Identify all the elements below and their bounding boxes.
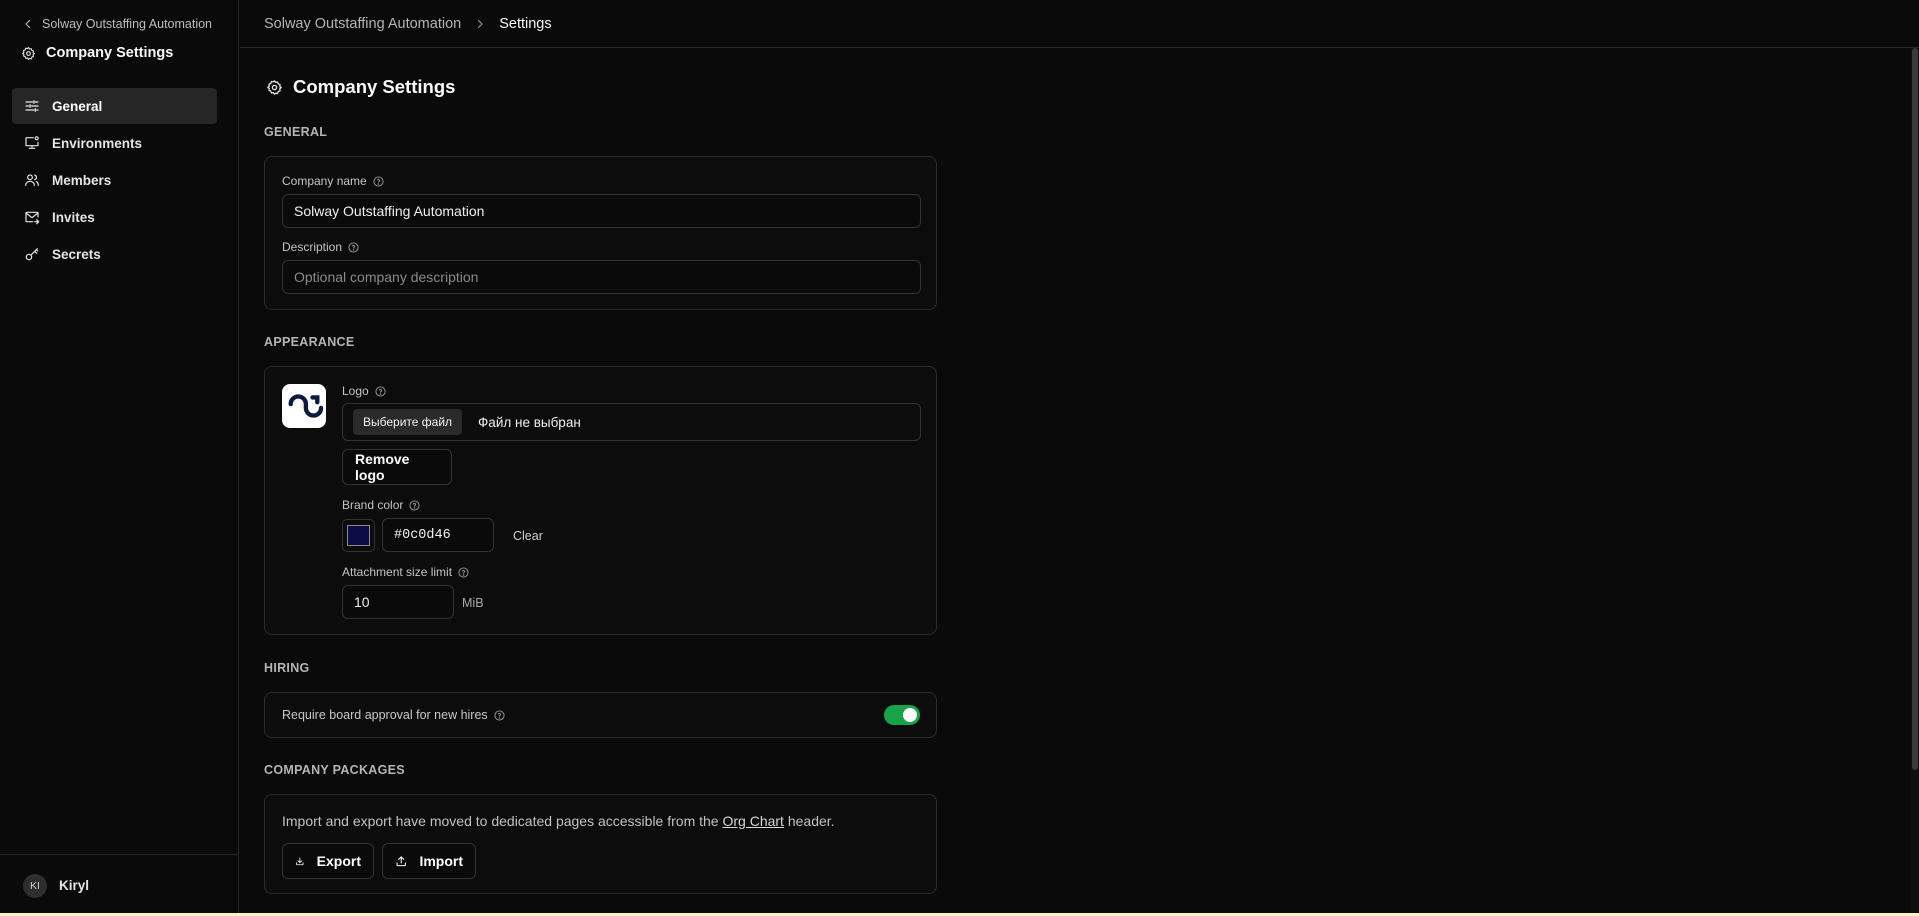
logo-label-text: Logo [342, 384, 369, 398]
brand-color-picker[interactable] [342, 519, 375, 552]
user-name: Kiryl [59, 878, 90, 893]
gear-icon [267, 79, 282, 95]
page-title: Company Settings [266, 76, 455, 98]
chevron-right-icon [474, 18, 486, 30]
download-icon [296, 856, 304, 865]
attachment-size-input[interactable] [342, 585, 454, 619]
company-name-label: Company name [282, 174, 384, 188]
sidebar-item-label: Environments [52, 135, 143, 151]
sidebar-title: Company Settings [21, 45, 173, 61]
logo-file-input[interactable]: Выберите файл Файл не выбран [342, 403, 921, 441]
key-icon [25, 248, 39, 261]
packages-card: Import and export have moved to dedicate… [264, 794, 937, 894]
breadcrumb: Solway Outstaffing Automation Settings [240, 0, 1919, 48]
sidebar-item-environments[interactable]: Environments [12, 125, 217, 161]
back-link[interactable]: Solway Outstaffing Automation [22, 17, 212, 31]
breadcrumb-current: Settings [499, 15, 552, 32]
scrollbar-thumb[interactable] [1912, 48, 1918, 770]
sidebar-item-general[interactable]: General [12, 88, 217, 124]
section-label-general: GENERAL [264, 125, 328, 139]
import-button[interactable]: Import [382, 843, 476, 879]
description-label: Description [282, 240, 359, 254]
sliders-icon [25, 100, 39, 112]
help-icon[interactable] [375, 385, 386, 397]
packages-text-after: header. [783, 813, 835, 829]
avatar: KI [23, 873, 47, 898]
import-label: Import [419, 853, 463, 869]
attachment-size-unit: MiB [462, 596, 484, 610]
choose-file-button[interactable]: Выберите файл [353, 409, 463, 435]
sidebar-item-label: General [52, 98, 103, 114]
help-icon[interactable] [409, 499, 420, 511]
general-card: Company name Description [264, 156, 937, 310]
export-button[interactable]: Export [282, 843, 374, 879]
packages-text-before: Import and export have moved to dedicate… [282, 813, 723, 829]
clear-color-button[interactable]: Clear [513, 529, 543, 543]
help-icon[interactable] [348, 241, 359, 253]
attachment-size-label-text: Attachment size limit [342, 565, 453, 579]
gear-icon [22, 46, 35, 60]
brand-color-label: Brand color [342, 498, 420, 512]
section-label-appearance: APPEARANCE [264, 335, 355, 349]
remove-logo-label: Remove logo [355, 451, 410, 483]
hiring-card: Require board approval for new hires [264, 692, 937, 738]
monitor-icon [25, 136, 39, 149]
company-name-input[interactable] [282, 194, 921, 228]
org-chart-link[interactable]: Org Chart [722, 813, 783, 829]
file-status: Файл не выбран [478, 414, 581, 430]
board-approval-label: Require board approval for new hires [282, 708, 505, 722]
sidebar-nav: General Environments Members Invites Sec… [12, 88, 217, 273]
attachment-size-label: Attachment size limit [342, 565, 469, 579]
users-icon [25, 174, 39, 186]
company-logo-icon [288, 394, 323, 418]
chevron-left-icon [25, 19, 31, 29]
description-label-text: Description [282, 240, 343, 254]
sidebar-item-secrets[interactable]: Secrets [12, 236, 217, 272]
upload-icon [396, 855, 406, 866]
sidebar-item-label: Invites [52, 209, 95, 225]
board-approval-label-text: Require board approval for new hires [282, 708, 488, 722]
company-name-label-text: Company name [282, 174, 367, 188]
packages-description: Import and export have moved to dedicate… [282, 813, 835, 829]
help-icon[interactable] [373, 175, 384, 187]
logo-label: Logo [342, 384, 386, 398]
sidebar-item-members[interactable]: Members [12, 162, 217, 198]
brand-color-input[interactable] [382, 518, 494, 552]
help-icon[interactable] [458, 566, 469, 578]
scrollbar[interactable] [1911, 48, 1919, 912]
section-label-hiring: HIRING [264, 661, 310, 675]
board-approval-toggle[interactable] [884, 705, 920, 725]
toggle-knob [903, 708, 917, 722]
brand-color-label-text: Brand color [342, 498, 404, 512]
sidebar-item-label: Secrets [52, 246, 101, 262]
sidebar-item-invites[interactable]: Invites [12, 199, 217, 235]
company-logo [282, 384, 326, 428]
breadcrumb-parent[interactable]: Solway Outstaffing Automation [264, 16, 461, 32]
section-label-packages: COMPANY PACKAGES [264, 763, 405, 777]
export-label: Export [316, 853, 361, 869]
sidebar-item-label: Members [52, 172, 112, 188]
description-input[interactable] [282, 260, 921, 294]
sidebar: Solway Outstaffing Automation Company Se… [0, 0, 239, 916]
back-link-label: Solway Outstaffing Automation [42, 17, 213, 31]
brand-color-swatch [347, 525, 370, 546]
mail-icon [25, 211, 40, 225]
user-menu[interactable]: KI Kiryl [0, 854, 239, 916]
help-icon[interactable] [494, 709, 505, 721]
appearance-card: Logo Выберите файл Файл не выбран Remove… [264, 366, 937, 635]
sidebar-title-label: Company Settings [46, 45, 174, 61]
page-title-label: Company Settings [293, 76, 456, 97]
remove-logo-button[interactable]: Remove logo [342, 449, 452, 485]
